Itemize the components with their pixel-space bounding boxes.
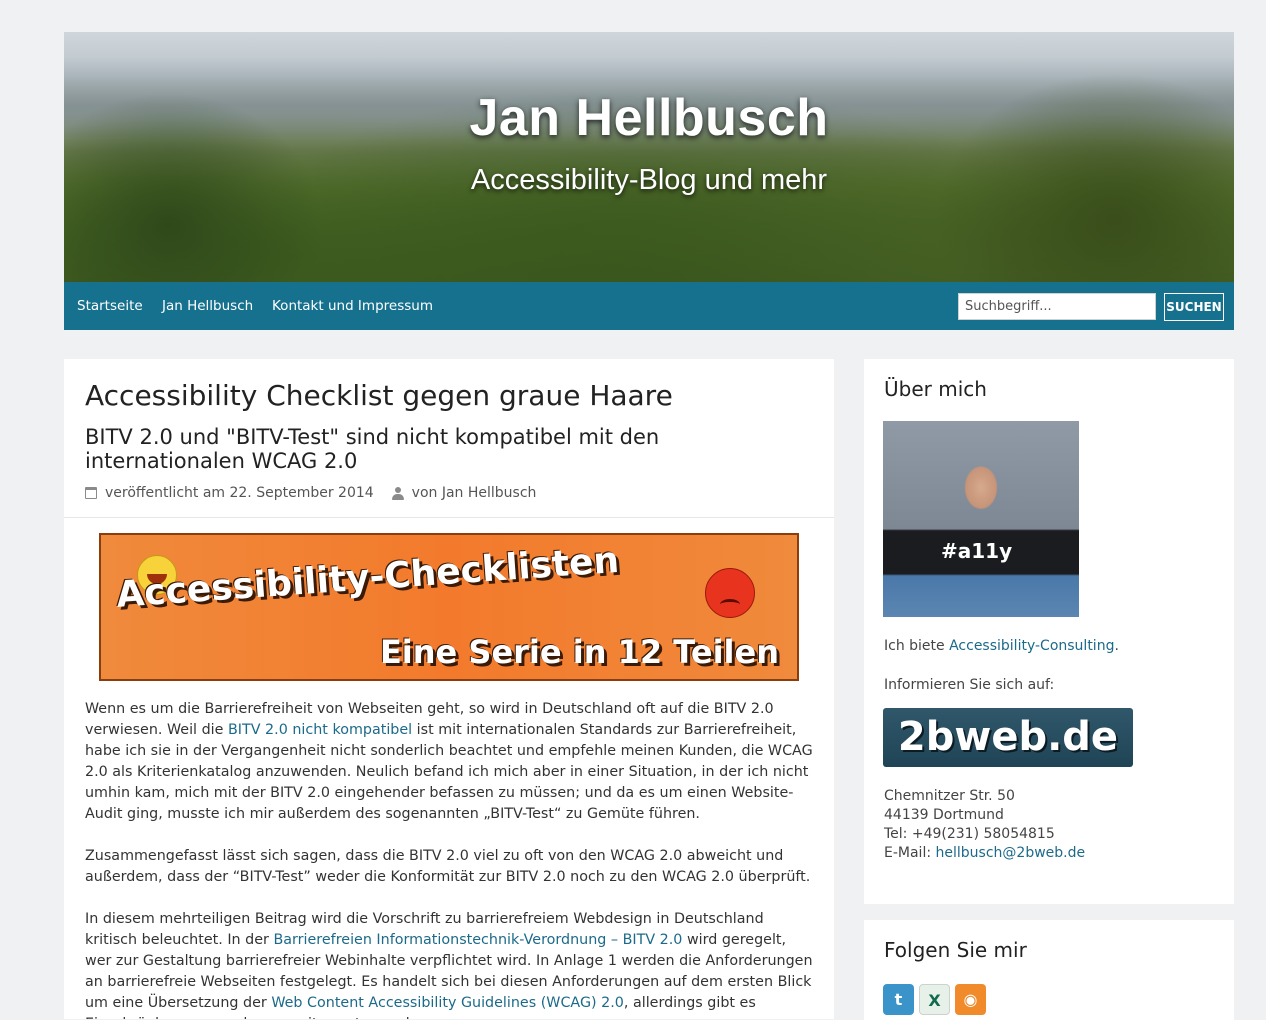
series-banner: Accessibility-Checklisten Eine Serie in …: [99, 533, 799, 681]
nav-item-startseite[interactable]: Startseite: [77, 298, 143, 314]
twitter-icon[interactable]: t: [883, 984, 914, 1015]
follow-title: Folgen Sie mir: [884, 938, 1027, 962]
link-bitv-verordnung[interactable]: Barrierefreien Informationstechnik-Veror…: [273, 932, 682, 948]
xing-icon[interactable]: X: [919, 984, 950, 1015]
user-icon: [391, 486, 404, 500]
nav-item-kontakt-impressum[interactable]: Kontakt und Impressum: [272, 298, 433, 314]
paragraph: Wenn es um die Barrierefreiheit von Webs…: [85, 699, 815, 825]
follow-widget: Folgen Sie mir t X ◉: [864, 920, 1234, 1020]
calendar-icon: [85, 487, 97, 499]
main-article: Accessibility Checklist gegen graue Haar…: [64, 359, 834, 1019]
2bweb-logo[interactable]: 2bweb.de: [883, 708, 1133, 767]
profile-photo: #a11y: [883, 421, 1079, 617]
article-body: Wenn es um die Barrierefreiheit von Webs…: [85, 699, 815, 1019]
inform-text: Informieren Sie sich auf:: [884, 677, 1055, 693]
about-title: Über mich: [884, 377, 987, 401]
address-city: 44139 Dortmund: [884, 807, 1004, 823]
post-date: veröffentlicht am 22. September 2014: [105, 485, 374, 501]
email-line: E-Mail: hellbusch@2bweb.de: [884, 844, 1085, 863]
divider: [64, 517, 834, 518]
banner-title: Accessibility-Checklisten: [115, 539, 621, 616]
post-author: von Jan Hellbusch: [411, 485, 537, 501]
paragraph: Zusammengefasst lässt sich sagen, dass d…: [85, 848, 811, 885]
about-widget: Über mich #a11y Ich biete Accessibility-…: [864, 359, 1234, 904]
post-subtitle: BITV 2.0 und "BITV-Test" sind nicht komp…: [85, 425, 660, 473]
site-tagline: Accessibility-Blog und mehr: [470, 164, 828, 196]
consulting-text: Ich biete Accessibility-Consulting.: [884, 637, 1119, 656]
email-label: E-Mail:: [884, 845, 936, 861]
banner-subtitle: Eine Serie in 12 Teilen: [379, 633, 779, 671]
nav-item-jan-hellbusch[interactable]: Jan Hellbusch: [162, 298, 253, 314]
search-button[interactable]: SUCHEN: [1164, 293, 1224, 321]
link-wcag[interactable]: Web Content Accessibility Guidelines (WC…: [271, 995, 624, 1011]
link-accessibility-consulting[interactable]: Accessibility-Consulting: [949, 638, 1114, 654]
link-bitv-nicht-kompatibel[interactable]: BITV 2.0 nicht kompatibel: [228, 722, 412, 738]
main-navigation: Startseite Jan Hellbusch Kontakt und Imp…: [64, 282, 1234, 330]
address-street: Chemnitzer Str. 50: [884, 788, 1015, 804]
rss-icon[interactable]: ◉: [955, 984, 986, 1015]
social-icons: t X ◉: [883, 984, 986, 1015]
post-meta: veröffentlicht am 22. September 2014 von…: [85, 485, 536, 501]
consulting-end: .: [1114, 638, 1119, 654]
site-header: Jan Hellbusch Accessibility-Blog und meh…: [64, 32, 1234, 282]
phone: Tel: +49(231) 58054815: [884, 826, 1055, 842]
photo-shirt-text: #a11y: [941, 539, 1013, 563]
search-input[interactable]: [958, 293, 1156, 320]
angry-face-icon: [705, 568, 755, 618]
post-title: Accessibility Checklist gegen graue Haar…: [85, 379, 673, 412]
site-title[interactable]: Jan Hellbusch: [64, 88, 1234, 148]
email-link[interactable]: hellbusch@2bweb.de: [936, 845, 1086, 861]
consulting-label: Ich biete: [884, 638, 950, 654]
